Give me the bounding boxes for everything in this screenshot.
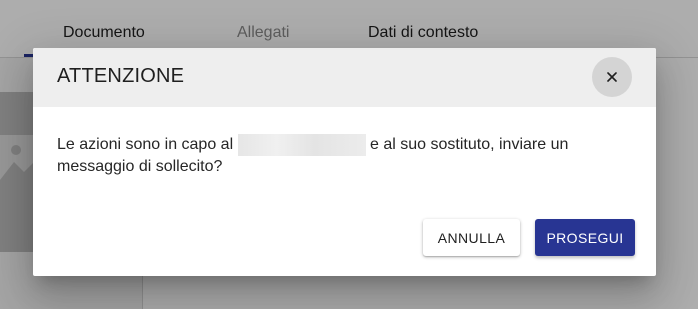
- close-icon: [607, 72, 617, 82]
- confirm-button[interactable]: PROSEGUI: [535, 219, 635, 256]
- confirm-dialog: ATTENZIONE Le azioni sono in capo al e a…: [33, 48, 656, 276]
- close-button[interactable]: [592, 57, 632, 97]
- message-text-before: Le azioni sono in capo al: [57, 136, 238, 153]
- cancel-button[interactable]: ANNULLA: [423, 219, 520, 256]
- page: Documento Allegati Dati di contesto ATTE…: [0, 0, 698, 309]
- redacted-name: [237, 134, 366, 156]
- dialog-title: ATTENZIONE: [57, 65, 185, 87]
- dialog-message: Le azioni sono in capo al e al suo sosti…: [57, 134, 617, 178]
- dialog-header: ATTENZIONE: [33, 48, 656, 107]
